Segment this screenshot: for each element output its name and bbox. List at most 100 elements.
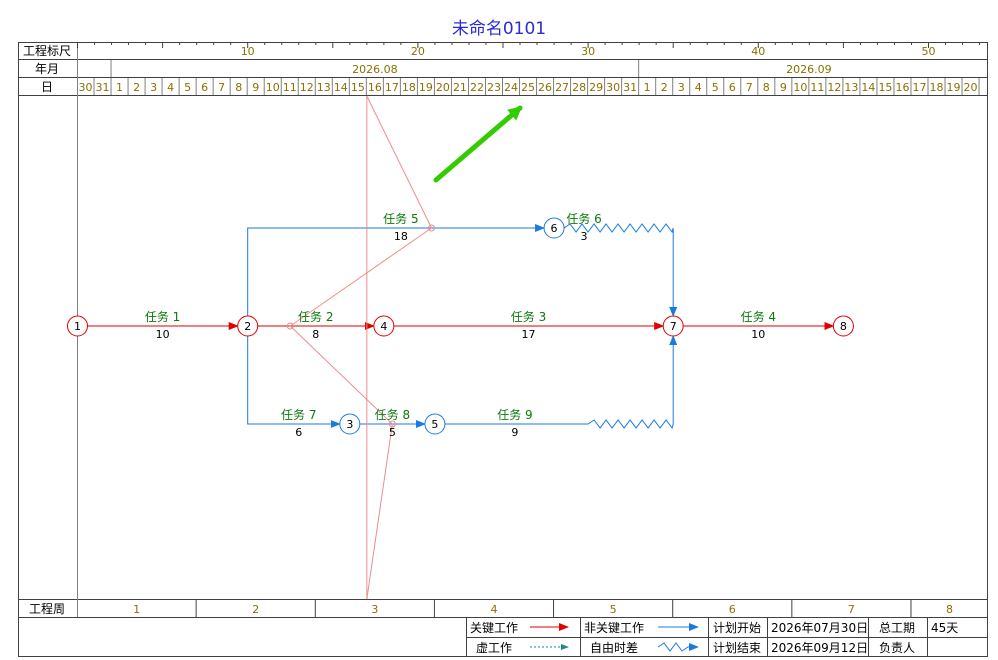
legend-plan-end-label: 计划结束: [713, 641, 761, 655]
day-cell: 2: [661, 81, 668, 94]
day-cell: 13: [317, 81, 331, 94]
task-duration: 10: [751, 328, 765, 341]
month-cell: 2026.08: [352, 63, 398, 76]
day-cell: 4: [695, 81, 702, 94]
day-cell: 9: [252, 81, 259, 94]
day-cell: 31: [96, 81, 110, 94]
day-cell: 18: [402, 81, 416, 94]
legend-noncritical-label: 非关键工作: [584, 621, 644, 635]
day-label: 日: [41, 80, 53, 94]
task-name: 任务 9: [497, 407, 532, 422]
day-cell: 29: [589, 81, 603, 94]
month-row: 2026.08 2026.09: [110, 60, 832, 77]
task-duration: 10: [156, 328, 170, 341]
legend-duration-value: 45天: [931, 621, 958, 635]
day-cell: 13: [844, 81, 858, 94]
month-label: 年月: [35, 62, 59, 76]
task-name: 任务 3: [511, 309, 546, 324]
task-duration: 9: [511, 426, 518, 439]
day-cell: 30: [79, 81, 93, 94]
day-cell: 14: [861, 81, 875, 94]
legend-float-line: [657, 642, 699, 652]
day-cell: 3: [150, 81, 157, 94]
day-cell: 8: [763, 81, 770, 94]
task-name: 任务 1: [145, 309, 180, 324]
task-duration: 18: [394, 230, 408, 243]
legend-plan-start-label: 计划开始: [713, 621, 761, 635]
network-edges: [87, 223, 835, 430]
legend-owner-label: 负责人: [879, 641, 915, 655]
ruler-number: 50: [922, 45, 936, 58]
ruler-label: 工程标尺: [23, 43, 71, 58]
day-cell: 20: [964, 81, 978, 94]
day-cell: 11: [810, 81, 824, 94]
legend-float-label: 自由时差: [590, 641, 638, 655]
node-id: 7: [670, 320, 677, 333]
day-cell: 15: [878, 81, 892, 94]
day-cell: 23: [487, 81, 501, 94]
day-cell: 30: [606, 81, 620, 94]
day-cell: 12: [300, 81, 314, 94]
legend-duration-label: 总工期: [879, 621, 915, 635]
task-duration: 8: [312, 328, 319, 341]
day-cell: 14: [334, 81, 348, 94]
day-cell: 1: [116, 81, 123, 94]
week-cell: 3: [371, 603, 378, 616]
day-cell: 25: [521, 81, 535, 94]
day-cell: 11: [283, 81, 297, 94]
task-name: 任务 5: [383, 211, 418, 226]
month-cell: 2026.09: [786, 63, 832, 76]
day-cell: 6: [729, 81, 736, 94]
day-cell: 5: [184, 81, 191, 94]
day-cell: 31: [623, 81, 637, 94]
legend-plan-end-value: 2026年09月12日: [771, 641, 868, 655]
day-cell: 16: [895, 81, 909, 94]
ruler-number: 10: [241, 45, 255, 58]
node-id: 6: [551, 222, 558, 235]
day-cell: 5: [712, 81, 719, 94]
node-id: 2: [244, 320, 251, 333]
task-name: 任务 4: [741, 309, 776, 324]
task-arrow: [444, 335, 678, 430]
day-cell: 20: [436, 81, 450, 94]
day-cell: 27: [555, 81, 569, 94]
day-cell: 8: [235, 81, 242, 94]
week-cell: 8: [946, 603, 953, 616]
task-duration: 5: [389, 426, 396, 439]
grid-frame: [18, 42, 988, 657]
day-cell: 28: [572, 81, 586, 94]
week-cell: 6: [729, 603, 736, 616]
node-id: 8: [840, 320, 847, 333]
day-row: 30 31 1 2 3 4 5 6 7 8 9 10 11 12 13 14 15 16 17 18 19 20 21 22 2…: [79, 78, 980, 95]
week-cell: 5: [610, 603, 617, 616]
ruler-number: 20: [411, 45, 425, 58]
day-cell: 15: [351, 81, 365, 94]
ruler-scale: 10 20 30 40 50: [77, 42, 981, 58]
day-cell: 7: [746, 81, 753, 94]
day-cell: 10: [266, 81, 280, 94]
legend-plan-start-value: 2026年07月30日: [771, 621, 868, 635]
network-diagram: 工程标尺 年月 日 工程周 10 20 30 40 50 2026.08 2026.09 …: [18, 42, 988, 657]
day-cell: 16: [368, 81, 382, 94]
day-cell: 19: [947, 81, 961, 94]
task-name: 任务 8: [375, 407, 410, 422]
day-cell: 22: [470, 81, 484, 94]
week-cell: 2: [252, 603, 259, 616]
day-cell: 18: [930, 81, 944, 94]
day-cell: 17: [912, 81, 926, 94]
week-label: 工程周: [29, 601, 65, 616]
node-id: 5: [431, 418, 438, 431]
node-id: 3: [346, 418, 353, 431]
ruler-number: 30: [581, 45, 595, 58]
week-cell: 4: [490, 603, 497, 616]
progress-polyline: [289, 95, 433, 600]
day-cell: 9: [780, 81, 787, 94]
task-name: 任务 2: [298, 309, 333, 324]
task-duration: 3: [581, 230, 588, 243]
day-cell: 4: [167, 81, 174, 94]
day-cell: 24: [504, 81, 518, 94]
day-cell: 1: [644, 81, 651, 94]
week-cell: 1: [133, 603, 140, 616]
day-cell: 12: [827, 81, 841, 94]
day-cell: 6: [201, 81, 208, 94]
